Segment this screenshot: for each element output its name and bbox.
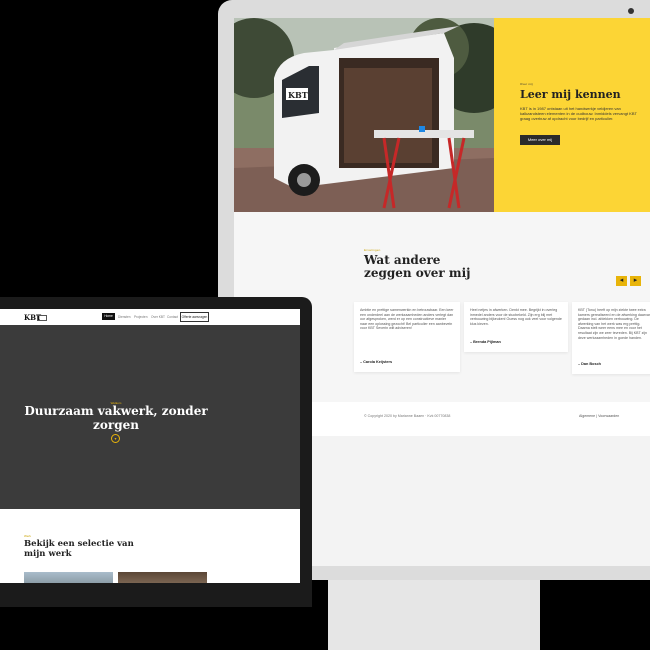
chevron-down-icon: ▾ xyxy=(114,436,117,441)
testimonials-title: Wat andere zeggen over mij xyxy=(364,253,471,280)
nav-item-over[interactable]: Over KBT xyxy=(151,315,165,319)
svg-text:KBT: KBT xyxy=(288,90,308,100)
about-eyebrow: Over mij xyxy=(520,82,533,86)
testimonial-text: Ambtie en prettige samenwerkin en betrou… xyxy=(360,308,454,331)
laptop-base xyxy=(0,607,312,650)
scroll-down-button[interactable]: ▾ xyxy=(111,434,120,443)
testimonial-author: – Brenda Pijlman xyxy=(470,340,501,344)
testimonial-author: – Dan Bosch xyxy=(578,362,601,366)
laptop: KBT Home Diensten Projecten Over KBT Con… xyxy=(0,297,312,650)
nav-item-contact[interactable]: Contact xyxy=(167,315,178,319)
about-title: Leer mij kennen xyxy=(520,88,621,101)
copyright-text: © Copyright 2020 by Marianne Baaen · Kvk… xyxy=(364,414,451,418)
logo-mark xyxy=(37,315,47,321)
testimonial-card: Heel netjes in afwerken. Denkt mee. Begr… xyxy=(464,302,568,352)
camera-dot xyxy=(628,8,634,14)
van-photo: KBT xyxy=(234,18,494,212)
work-eyebrow: Werk xyxy=(24,534,31,538)
hero-title: Duurzaam vakwerk, zonder zorgen xyxy=(24,404,208,432)
next-testimonial-button[interactable]: ▸ xyxy=(630,276,641,286)
terms-link[interactable]: Algemene | Voorwaarden xyxy=(579,414,619,418)
nav-item-home[interactable]: Home xyxy=(102,313,115,320)
project-thumbnail[interactable] xyxy=(24,572,113,583)
nav-item-diensten[interactable]: Diensten xyxy=(118,315,131,319)
testimonial-text: Heel netjes in afwerken. Denkt mee. Begr… xyxy=(470,308,562,326)
laptop-website: KBT Home Diensten Projecten Over KBT Con… xyxy=(0,309,300,583)
chevron-right-icon: ▸ xyxy=(633,277,638,284)
testimonial-card: KBT (Tonu) heeft op mijn ziekte twee ext… xyxy=(572,302,650,374)
project-thumbnail[interactable] xyxy=(118,572,207,583)
about-text: KBT is in 1987 ontstaan uit het handwerk… xyxy=(520,106,637,121)
chevron-left-icon: ◂ xyxy=(619,277,624,284)
work-title: Bekijk een selectie van mijn werk xyxy=(24,539,134,559)
prev-testimonial-button[interactable]: ◂ xyxy=(616,276,627,286)
about-button[interactable]: Meer over mij xyxy=(520,135,560,145)
testimonial-text: KBT (Tonu) heeft op mijn ziekte twee ext… xyxy=(578,308,650,340)
nav-item-projecten[interactable]: Projecten xyxy=(134,315,147,319)
top-nav: KBT Home Diensten Projecten Over KBT Con… xyxy=(0,309,300,326)
van-illustration: KBT xyxy=(234,18,494,212)
testimonials-eyebrow: Ervaringen xyxy=(364,248,381,252)
testimonial-card: Ambtie en prettige samenwerkin en betrou… xyxy=(354,302,460,372)
monitor-stand xyxy=(328,580,540,650)
hero-section: Welkom Duurzaam vakwerk, zonder zorgen ▾ xyxy=(0,325,300,509)
quote-button[interactable]: Offerte aanvragen xyxy=(180,312,209,322)
testimonial-author: – Carola Keijsters xyxy=(360,360,393,364)
